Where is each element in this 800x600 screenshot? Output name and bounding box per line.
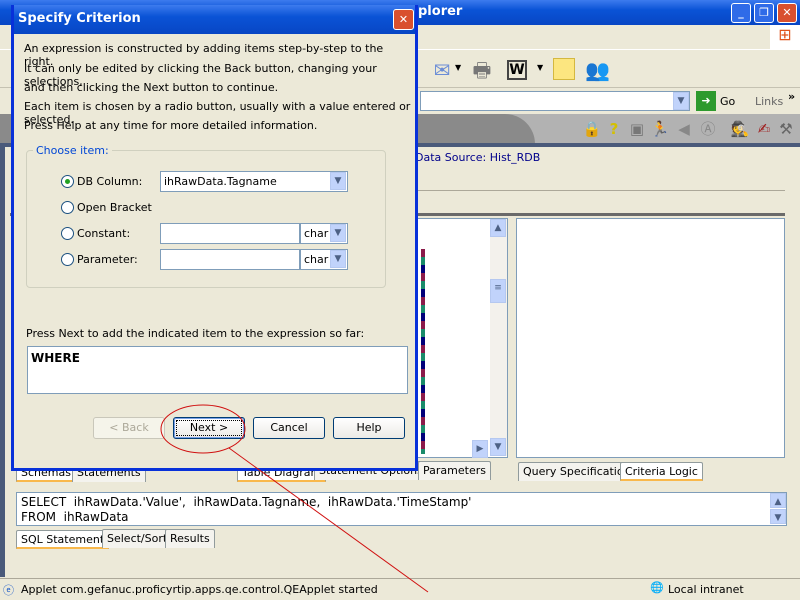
annotation-overlay — [160, 404, 429, 593]
annotation-line — [228, 447, 429, 593]
annotation-ellipse — [160, 404, 246, 454]
